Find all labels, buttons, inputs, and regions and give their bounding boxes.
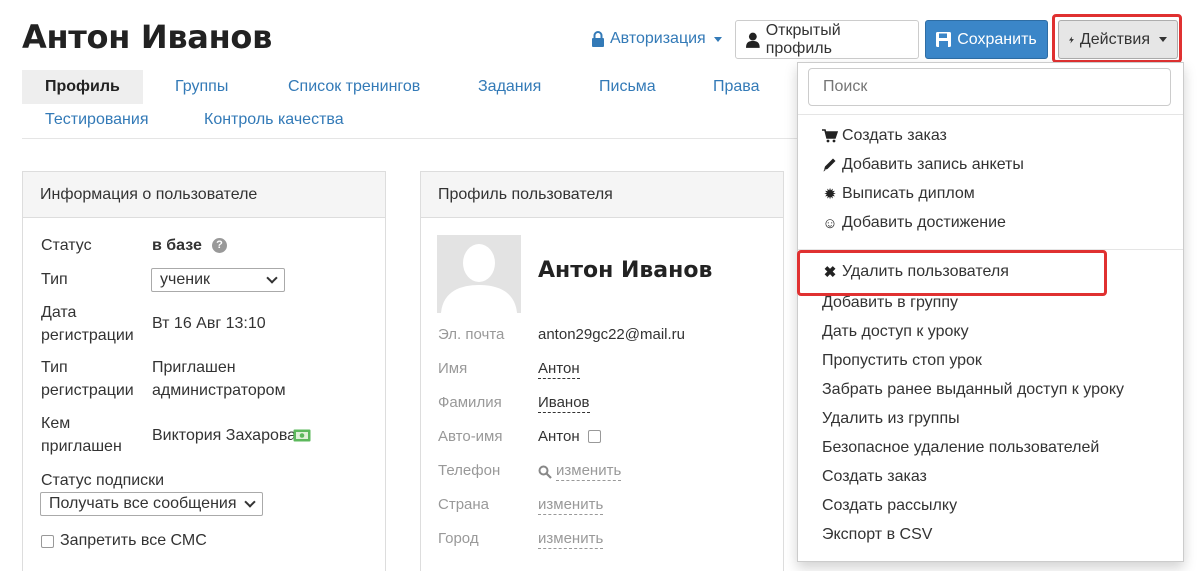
subscription-select[interactable]: Получать все сообщения: [40, 492, 263, 516]
reg-type-label: Тип: [41, 359, 68, 376]
email-label: Эл. почта: [438, 326, 505, 343]
menu-item-revoke-lesson-access[interactable]: Забрать ранее выданный доступ к уроку: [822, 381, 1124, 399]
first-name-label: Имя: [438, 360, 468, 377]
reg-type-value: Приглашен: [152, 359, 236, 376]
save-button[interactable]: Сохранить: [925, 20, 1048, 59]
invited-by-label-2: приглашен: [41, 438, 122, 455]
menu-item-label: Создать заказ: [842, 127, 947, 144]
money-icon: [293, 429, 311, 442]
reg-type-value-2: администратором: [152, 382, 286, 399]
actions-highlight-frame: [1052, 14, 1182, 63]
smile-icon: ☺: [822, 214, 838, 232]
tab-testing[interactable]: Тестирования: [45, 103, 149, 137]
menu-item-create-order[interactable]: Создать заказ: [822, 127, 947, 145]
menu-item-issue-diploma[interactable]: ✹ Выписать диплом: [822, 185, 975, 203]
chevron-down-icon: [244, 496, 256, 508]
caret-down-icon: [713, 36, 722, 42]
invited-by-value[interactable]: Виктория Захарова: [152, 425, 296, 447]
menu-item-label: Добавить достижение: [842, 214, 1006, 231]
menu-item-remove-from-group[interactable]: Удалить из группы: [822, 410, 960, 428]
reg-date-value: Вт 16 Авг 13:10: [152, 315, 266, 332]
menu-divider: [798, 114, 1183, 115]
delete-user-highlight-frame: [797, 250, 1107, 296]
cart-icon: [822, 129, 838, 143]
avatar: [437, 235, 521, 313]
tab-rights[interactable]: Права: [713, 70, 760, 104]
last-name-value[interactable]: Иванов: [538, 394, 590, 413]
status-value: в базе: [152, 237, 202, 254]
status-label: Статус: [41, 237, 92, 254]
menu-item-safe-delete-users[interactable]: Безопасное удаление пользователей: [822, 439, 1099, 457]
menu-item-skip-stop-lesson[interactable]: Пропустить стоп урок: [822, 352, 982, 370]
tab-quality-control[interactable]: Контроль качества: [204, 103, 344, 137]
sms-block-checkbox[interactable]: [41, 534, 54, 548]
country-label: Страна: [438, 496, 490, 513]
menu-item-label: Добавить запись анкеты: [842, 156, 1024, 173]
open-profile-button[interactable]: Открытый профиль: [735, 20, 919, 59]
search-icon: [538, 465, 552, 479]
autoname-value: Антон: [538, 428, 580, 445]
reg-date-label: Дата: [41, 304, 77, 321]
actions-dropdown-menu: Создать заказ Добавить запись анкеты ✹ В…: [797, 62, 1184, 562]
menu-item-label: Выписать диплом: [842, 185, 975, 202]
autoname-checkbox[interactable]: [587, 430, 601, 443]
country-change-link[interactable]: изменить: [538, 496, 604, 515]
actions-search-input[interactable]: [808, 68, 1171, 106]
user-icon: [746, 32, 760, 48]
menu-item-create-order-2[interactable]: Создать заказ: [822, 468, 927, 486]
menu-item-export-csv[interactable]: Экспорт в CSV: [822, 526, 932, 544]
tab-groups[interactable]: Группы: [175, 70, 228, 104]
authorization-dropdown[interactable]: Авторизация: [591, 30, 722, 48]
page-title: Антон Иванов: [22, 18, 273, 56]
tab-letters[interactable]: Письма: [599, 70, 656, 104]
menu-item-create-mailing[interactable]: Создать рассылку: [822, 497, 957, 515]
email-value: anton29gc22@mail.ru: [538, 326, 685, 343]
city-label: Город: [438, 530, 479, 547]
tabs-divider: [22, 138, 802, 139]
tab-profile[interactable]: Профиль: [22, 70, 143, 104]
invited-by-label: Кем: [41, 415, 71, 432]
pencil-icon: [823, 158, 836, 172]
floppy-disk-icon: [936, 32, 952, 47]
user-info-header: Информация о пользователе: [23, 172, 385, 218]
last-name-label: Фамилия: [438, 394, 502, 411]
authorization-label: Авторизация: [610, 30, 706, 47]
menu-item-grant-lesson-access[interactable]: Дать доступ к уроку: [822, 323, 969, 341]
lock-icon: [592, 31, 604, 47]
chevron-down-icon: [266, 272, 278, 284]
save-label: Сохранить: [957, 30, 1037, 48]
tab-trainings[interactable]: Список тренингов: [288, 70, 420, 104]
certificate-icon: ✹: [823, 186, 837, 203]
open-profile-label: Открытый профиль: [765, 21, 841, 57]
reg-date-label-2: регистрации: [41, 327, 134, 344]
phone-label: Телефон: [438, 462, 501, 479]
sms-block-option[interactable]: Запретить все СМС: [41, 530, 207, 552]
subscription-select-value: Получать все сообщения: [49, 495, 237, 512]
type-select-value: ученик: [160, 271, 211, 288]
profile-name: Антон Иванов: [538, 258, 713, 283]
sms-block-label: Запретить все СМС: [60, 532, 207, 549]
tab-tasks[interactable]: Задания: [478, 70, 541, 104]
autoname-label: Авто-имя: [438, 428, 503, 445]
reg-type-label-2: регистрации: [41, 382, 134, 399]
menu-item-add-achievement[interactable]: ☺ Добавить достижение: [822, 214, 1006, 232]
type-label: Тип: [41, 271, 68, 288]
type-select[interactable]: ученик: [151, 268, 285, 292]
city-change-link[interactable]: изменить: [538, 530, 604, 549]
first-name-value[interactable]: Антон: [538, 360, 580, 379]
profile-header: Профиль пользователя: [421, 172, 783, 218]
phone-change-link[interactable]: изменить: [556, 462, 622, 481]
question-icon[interactable]: ?: [212, 238, 227, 253]
menu-item-add-to-group[interactable]: Добавить в группу: [822, 294, 958, 312]
menu-item-add-survey[interactable]: Добавить запись анкеты: [822, 156, 1024, 174]
subscription-label: Статус подписки: [41, 472, 165, 489]
